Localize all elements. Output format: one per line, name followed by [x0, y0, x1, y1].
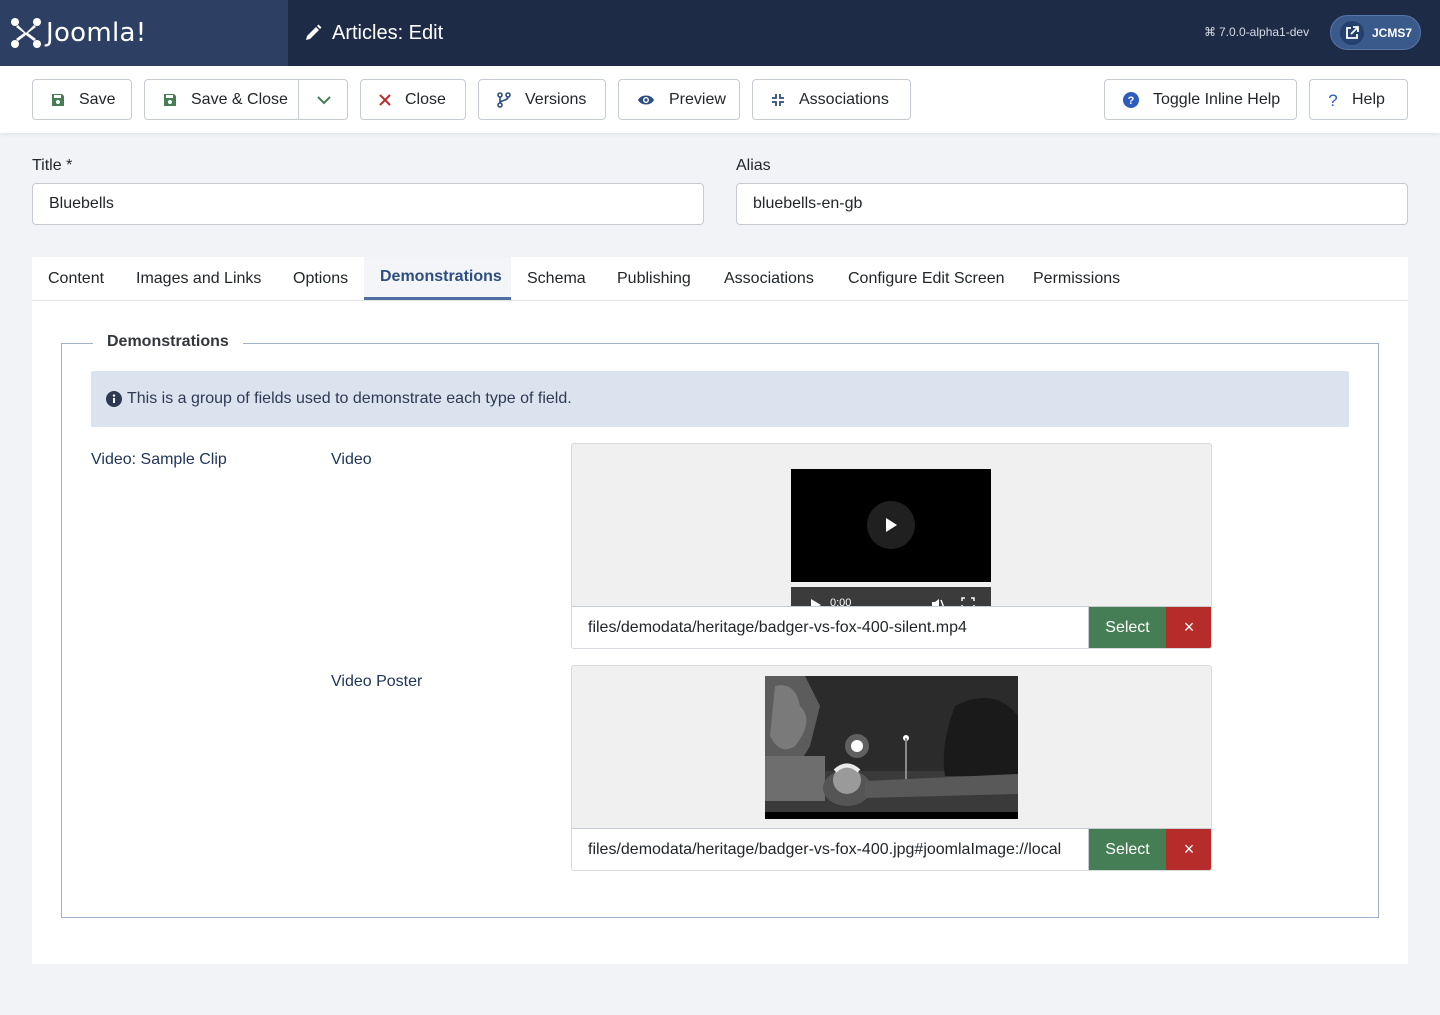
video-select-button[interactable]: Select — [1089, 607, 1166, 648]
tab-bar: Content Images and Links Options Demonst… — [32, 257, 1408, 301]
dropdown-divider — [298, 80, 299, 119]
toggle-help-label: Toggle Inline Help — [1153, 90, 1281, 108]
poster-media-field: files/demodata/heritage/badger-vs-fox-40… — [571, 665, 1212, 871]
info-circle-icon — [106, 391, 122, 407]
tab-permissions[interactable]: Permissions — [1033, 257, 1120, 300]
save-label: Save — [79, 90, 116, 108]
toggle-inline-help-button[interactable]: ? Toggle Inline Help — [1104, 79, 1297, 120]
demonstrations-fieldset: Demonstrations This is a group of fields… — [61, 333, 1379, 918]
chevron-down-icon[interactable] — [316, 92, 332, 108]
alias-label: Alias — [736, 157, 771, 174]
eye-icon — [638, 95, 654, 104]
tab-demonstrations[interactable]: Demonstrations — [364, 257, 511, 300]
external-link-icon — [1340, 20, 1364, 45]
save-button[interactable]: Save — [32, 79, 132, 120]
fieldset-legend: Demonstrations — [93, 333, 243, 351]
save-icon — [52, 93, 64, 106]
poster-path-input[interactable]: files/demodata/heritage/badger-vs-fox-40… — [572, 829, 1089, 870]
poster-input-group: files/demodata/heritage/badger-vs-fox-40… — [572, 828, 1211, 870]
poster-preview-image — [765, 676, 1018, 819]
info-alert: This is a group of fields used to demons… — [91, 371, 1349, 427]
group-label: Video: Sample Clip — [91, 451, 227, 468]
close-label: Close — [405, 90, 446, 108]
site-link-button[interactable]: JCMS7 — [1330, 15, 1421, 50]
toolbar: Save Save & Close Close Versions Preview… — [0, 66, 1440, 133]
play-button[interactable] — [867, 501, 915, 549]
video-player[interactable] — [791, 469, 991, 582]
header: Joomla! Articles: Edit ⌘ 7.0.0-alpha1-de… — [0, 0, 1440, 66]
svg-text:?: ? — [1328, 92, 1337, 108]
preview-label: Preview — [669, 90, 726, 108]
poster-photo — [765, 676, 1018, 819]
brand-name: Joomla! — [46, 18, 147, 48]
compress-icon — [772, 93, 784, 106]
video-poster-label: Video Poster — [331, 673, 423, 690]
svg-text:?: ? — [1128, 95, 1135, 107]
title-input[interactable]: Bluebells — [32, 183, 704, 225]
page-title: Articles: Edit — [304, 0, 443, 66]
tab-publishing[interactable]: Publishing — [617, 257, 691, 300]
video-label: Video — [331, 451, 372, 468]
poster-select-button[interactable]: Select — [1089, 829, 1166, 870]
preview-button[interactable]: Preview — [618, 79, 740, 120]
video-media-field: 0:00 files/demodata/heritage/badger-vs-f… — [571, 443, 1212, 649]
help-button[interactable]: ? Help — [1309, 79, 1408, 120]
alert-text: This is a group of fields used to demons… — [127, 390, 572, 407]
version-info: ⌘ 7.0.0-alpha1-dev — [1204, 25, 1309, 39]
save-close-label: Save & Close — [191, 90, 288, 108]
tabs-card: Content Images and Links Options Demonst… — [32, 257, 1408, 964]
question-circle-icon: ? — [1123, 91, 1139, 108]
poster-clear-button[interactable]: × — [1166, 829, 1211, 870]
versions-label: Versions — [525, 90, 587, 108]
video-input-group: files/demodata/heritage/badger-vs-fox-40… — [572, 606, 1211, 648]
associations-label: Associations — [799, 90, 889, 108]
save-close-button[interactable]: Save & Close — [144, 79, 348, 120]
site-link-label: JCMS7 — [1372, 25, 1413, 40]
joomla-brand[interactable]: Joomla! — [0, 0, 288, 66]
joomla-logo-icon — [11, 18, 41, 48]
joomla-mini-icon: ⌘ — [1204, 25, 1216, 39]
associations-button[interactable]: Associations — [752, 79, 911, 120]
play-icon — [886, 518, 897, 532]
close-button[interactable]: Close — [360, 79, 466, 120]
video-clear-button[interactable]: × — [1166, 607, 1211, 648]
video-path-input[interactable]: files/demodata/heritage/badger-vs-fox-40… — [572, 607, 1089, 648]
close-icon — [379, 93, 391, 106]
code-branch-icon — [497, 91, 511, 108]
versions-button[interactable]: Versions — [478, 79, 606, 120]
alias-input[interactable]: bluebells-en-gb — [736, 183, 1408, 225]
tab-options[interactable]: Options — [293, 257, 348, 300]
tab-associations[interactable]: Associations — [724, 257, 814, 300]
pencil-icon — [306, 24, 322, 40]
version-text: 7.0.0-alpha1-dev — [1219, 25, 1310, 39]
help-label: Help — [1352, 90, 1385, 108]
title-label: Title * — [32, 157, 73, 174]
page-title-text: Articles: Edit — [332, 21, 444, 44]
question-icon: ? — [1328, 92, 1337, 108]
tab-configure-edit-screen[interactable]: Configure Edit Screen — [848, 257, 1005, 300]
save-icon — [164, 93, 176, 106]
tab-images-and-links[interactable]: Images and Links — [136, 257, 261, 300]
tab-content[interactable]: Content — [48, 257, 104, 300]
tab-schema[interactable]: Schema — [527, 257, 586, 300]
